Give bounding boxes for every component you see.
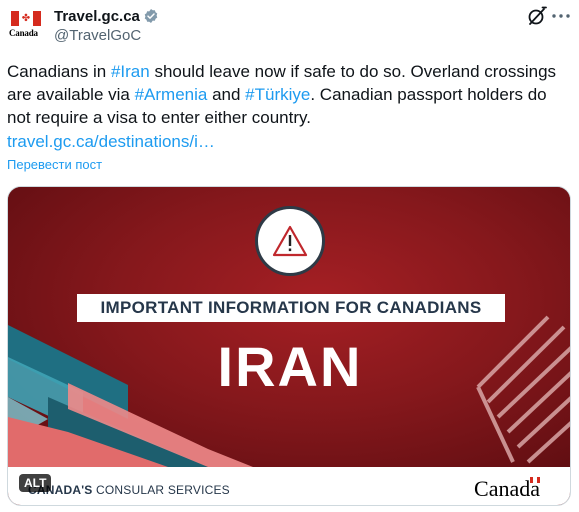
handle[interactable]: @TravelGoC bbox=[54, 27, 159, 44]
hashtag-turkiye[interactable]: #Türkiye bbox=[245, 85, 310, 104]
consular-rest: CONSULAR SERVICES bbox=[92, 483, 230, 497]
avatar[interactable]: ✤ Canada bbox=[8, 6, 48, 46]
tweet-text-segment: and bbox=[207, 85, 246, 104]
wordmark-flag-icon bbox=[530, 477, 540, 483]
alt-badge[interactable]: ALT bbox=[19, 474, 52, 492]
media-image[interactable]: IMPORTANT INFORMATION FOR CANADIANS IRAN… bbox=[7, 186, 571, 506]
tweet-text-segment: Canadians in bbox=[7, 62, 111, 81]
author-block: Travel.gc.ca @TravelGoC bbox=[54, 6, 159, 44]
banner-text: IMPORTANT INFORMATION FOR CANADIANS bbox=[100, 298, 482, 317]
tweet-text: Canadians in #Iran should leave now if s… bbox=[7, 60, 572, 153]
grok-icon[interactable] bbox=[527, 6, 547, 26]
tweet-link[interactable]: travel.gc.ca/destinations/i… bbox=[7, 130, 572, 153]
consular-services-label: CANADA'S CONSULAR SERVICES bbox=[28, 483, 230, 497]
hashtag-armenia[interactable]: #Armenia bbox=[135, 85, 208, 104]
more-options-icon[interactable] bbox=[551, 6, 571, 26]
canada-flag-icon: ✤ bbox=[11, 11, 41, 26]
tweet-header: ✤ Canada Travel.gc.ca @TravelGoC bbox=[8, 6, 571, 46]
verified-badge-icon[interactable] bbox=[143, 8, 159, 24]
translate-post-link[interactable]: Перевести пост bbox=[7, 157, 102, 172]
country-title: IRAN bbox=[217, 335, 363, 398]
warning-icon bbox=[255, 206, 325, 276]
avatar-wordmark: Canada bbox=[9, 28, 38, 38]
info-banner: IMPORTANT INFORMATION FOR CANADIANS bbox=[77, 294, 505, 322]
display-name[interactable]: Travel.gc.ca bbox=[54, 8, 140, 25]
hashtag-iran[interactable]: #Iran bbox=[111, 62, 150, 81]
